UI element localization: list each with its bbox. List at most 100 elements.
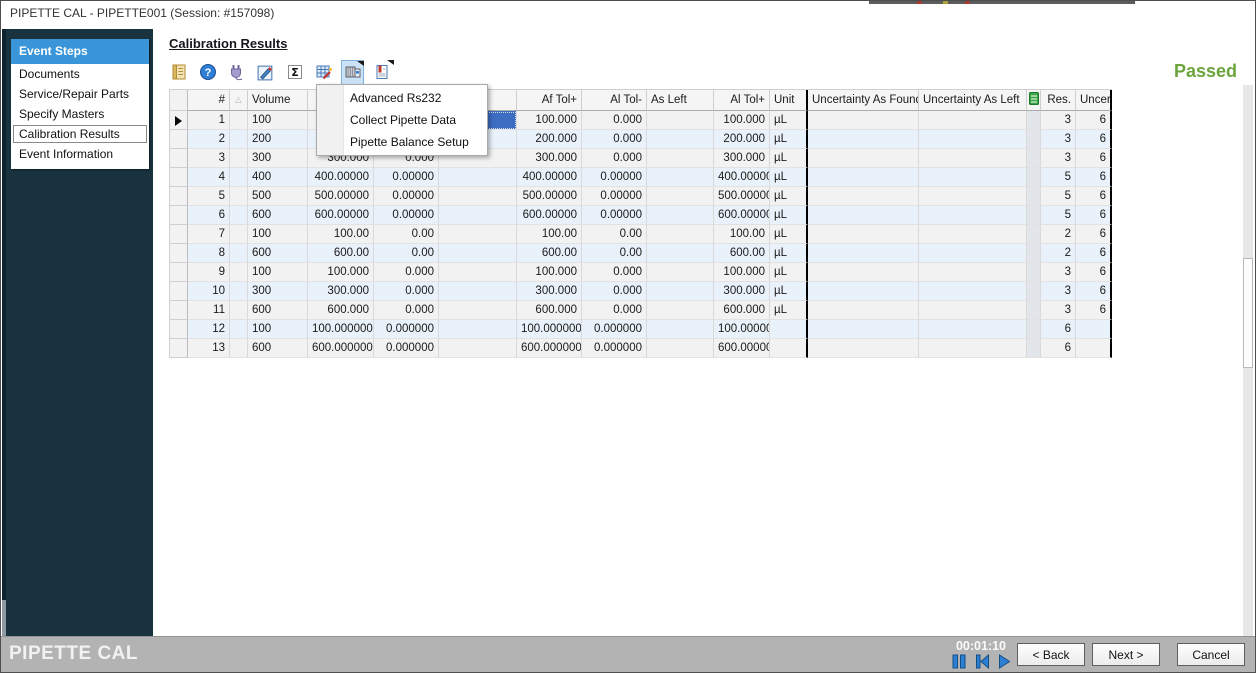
grid-cell-asleft[interactable] bbox=[647, 225, 714, 244]
grid-cell-sort[interactable] bbox=[230, 339, 248, 358]
grid-cell-afp[interactable]: 100.000000 bbox=[517, 320, 582, 339]
grid-cell-volume[interactable]: 300 bbox=[248, 149, 308, 168]
grid-cell-alp[interactable]: 100.00 bbox=[714, 225, 770, 244]
grid-cell-c3[interactable] bbox=[439, 263, 517, 282]
grid-cell-marker[interactable] bbox=[170, 225, 188, 244]
grid-cell-c1[interactable]: 100.00 bbox=[308, 225, 374, 244]
grid-cell-volume[interactable]: 100 bbox=[248, 225, 308, 244]
grid-cell-unc[interactable]: 6 bbox=[1076, 282, 1112, 301]
grid-cell-num[interactable]: 11 bbox=[188, 301, 230, 320]
grid-cell-volume[interactable]: 600 bbox=[248, 301, 308, 320]
grid-cell-unit[interactable] bbox=[770, 339, 808, 358]
grid-cell-c2[interactable]: 0.000000 bbox=[374, 320, 439, 339]
grid-cell-alp[interactable]: 100.000 bbox=[714, 111, 770, 130]
grid-cell-num[interactable]: 3 bbox=[188, 149, 230, 168]
grid-cell-asleft[interactable] bbox=[647, 282, 714, 301]
grid-cell-marker[interactable] bbox=[170, 244, 188, 263]
grid-cell-c2[interactable]: 0.00000 bbox=[374, 168, 439, 187]
grid-cell-asleft[interactable] bbox=[647, 320, 714, 339]
grid-cell-asleft[interactable] bbox=[647, 263, 714, 282]
grid-cell-num[interactable]: 12 bbox=[188, 320, 230, 339]
grid-cell-icon[interactable] bbox=[1027, 187, 1041, 206]
grid-cell-c3[interactable] bbox=[439, 187, 517, 206]
grid-cell-c1[interactable]: 300.000 bbox=[308, 282, 374, 301]
grid-cell-res[interactable]: 3 bbox=[1041, 301, 1076, 320]
grid-cell-alm[interactable]: 0.000 bbox=[582, 263, 647, 282]
grid-cell-alm[interactable]: 0.00000 bbox=[582, 168, 647, 187]
grid-cell-c1[interactable]: 600.00 bbox=[308, 244, 374, 263]
journal-button[interactable] bbox=[167, 60, 190, 85]
grid-cell-res[interactable]: 5 bbox=[1041, 206, 1076, 225]
grid-cell-res[interactable]: 2 bbox=[1041, 244, 1076, 263]
grid-cell-alm[interactable]: 0.000 bbox=[582, 149, 647, 168]
sidebar-item-calibration-results[interactable]: Calibration Results bbox=[13, 125, 147, 143]
menu-item-pipette-balance-setup[interactable]: Pipette Balance Setup bbox=[317, 131, 487, 153]
grid-cell-afp[interactable]: 500.00000 bbox=[517, 187, 582, 206]
sidebar-item-service-repair-parts[interactable]: Service/Repair Parts bbox=[11, 84, 149, 104]
grid-cell-afp[interactable]: 600.000000 bbox=[517, 339, 582, 358]
grid-cell-unc[interactable]: 6 bbox=[1076, 225, 1112, 244]
grid-cell-c1[interactable]: 600.00000 bbox=[308, 206, 374, 225]
grid-cell-asleft[interactable] bbox=[647, 130, 714, 149]
play-button[interactable] bbox=[998, 654, 1011, 669]
grid-cell-alm[interactable]: 0.000 bbox=[582, 282, 647, 301]
grid-cell-volume[interactable]: 200 bbox=[248, 130, 308, 149]
grid-cell-volume[interactable]: 100 bbox=[248, 111, 308, 130]
grid-cell-alm[interactable]: 0.00 bbox=[582, 244, 647, 263]
grid-cell-c3[interactable] bbox=[439, 301, 517, 320]
grid-cell-c2[interactable]: 0.000 bbox=[374, 263, 439, 282]
grid-cell-c3[interactable] bbox=[439, 225, 517, 244]
grid-cell-res[interactable]: 6 bbox=[1041, 320, 1076, 339]
grid-cell-num[interactable]: 5 bbox=[188, 187, 230, 206]
grid-cell-c2[interactable]: 0.000 bbox=[374, 301, 439, 320]
grid-cell-alm[interactable]: 0.000000 bbox=[582, 320, 647, 339]
grid-cell-unc[interactable]: 6 bbox=[1076, 263, 1112, 282]
grid-cell-alp[interactable]: 100.000000 bbox=[714, 320, 770, 339]
grid-cell-afp[interactable]: 600.00 bbox=[517, 244, 582, 263]
grid-cell-uncl[interactable] bbox=[919, 339, 1027, 358]
grid-cell-sort[interactable] bbox=[230, 149, 248, 168]
grid-cell-c2[interactable]: 0.00 bbox=[374, 225, 439, 244]
grid-cell-num[interactable]: 4 bbox=[188, 168, 230, 187]
grid-cell-c3[interactable] bbox=[439, 168, 517, 187]
grid-cell-marker[interactable] bbox=[170, 206, 188, 225]
grid-cell-unit[interactable]: µL bbox=[770, 149, 808, 168]
sidebar-item-documents[interactable]: Documents bbox=[11, 64, 149, 84]
grid-cell-marker[interactable] bbox=[170, 282, 188, 301]
menu-item-collect-pipette-data[interactable]: Collect Pipette Data bbox=[317, 109, 487, 131]
grid-cell-asleft[interactable] bbox=[647, 168, 714, 187]
grid-cell-uncl[interactable] bbox=[919, 301, 1027, 320]
grid-cell-unit[interactable]: µL bbox=[770, 301, 808, 320]
grid-cell-uncl[interactable] bbox=[919, 282, 1027, 301]
grid-cell-afp[interactable]: 400.00000 bbox=[517, 168, 582, 187]
grid-cell-unit[interactable]: µL bbox=[770, 168, 808, 187]
window-titlebar[interactable]: PIPETTE CAL - PIPETTE001 (Session: #1570… bbox=[1, 1, 1255, 25]
grid-cell-uncf[interactable] bbox=[808, 339, 919, 358]
grid-cell-uncf[interactable] bbox=[808, 130, 919, 149]
grid-cell-asleft[interactable] bbox=[647, 244, 714, 263]
grid-cell-uncl[interactable] bbox=[919, 130, 1027, 149]
grid-cell-alp[interactable]: 500.00000 bbox=[714, 187, 770, 206]
grid-cell-sort[interactable] bbox=[230, 320, 248, 339]
grid-cell-num[interactable]: 9 bbox=[188, 263, 230, 282]
grid-cell-unc[interactable]: 6 bbox=[1076, 149, 1112, 168]
grid-cell-num[interactable]: 7 bbox=[188, 225, 230, 244]
grid-header-uncl[interactable]: Uncertainty As Left bbox=[919, 90, 1027, 111]
grid-cell-unc[interactable] bbox=[1076, 320, 1112, 339]
grid-cell-unc[interactable]: 6 bbox=[1076, 244, 1112, 263]
grid-cell-alp[interactable]: 400.00000 bbox=[714, 168, 770, 187]
grid-cell-c1[interactable]: 600.000000 bbox=[308, 339, 374, 358]
grid-cell-alp[interactable]: 300.000 bbox=[714, 149, 770, 168]
grid-cell-marker[interactable] bbox=[170, 339, 188, 358]
grid-cell-marker[interactable] bbox=[170, 320, 188, 339]
grid-cell-c2[interactable]: 0.00 bbox=[374, 244, 439, 263]
grid-cell-unc[interactable]: 6 bbox=[1076, 206, 1112, 225]
grid-cell-sort[interactable] bbox=[230, 301, 248, 320]
grid-cell-icon[interactable] bbox=[1027, 225, 1041, 244]
grid-cell-res[interactable]: 2 bbox=[1041, 225, 1076, 244]
grid-cell-alm[interactable]: 0.000 bbox=[582, 111, 647, 130]
grid-cell-num[interactable]: 1 bbox=[188, 111, 230, 130]
grid-cell-volume[interactable]: 600 bbox=[248, 206, 308, 225]
grid-cell-afp[interactable]: 200.000 bbox=[517, 130, 582, 149]
grid-cell-icon[interactable] bbox=[1027, 206, 1041, 225]
